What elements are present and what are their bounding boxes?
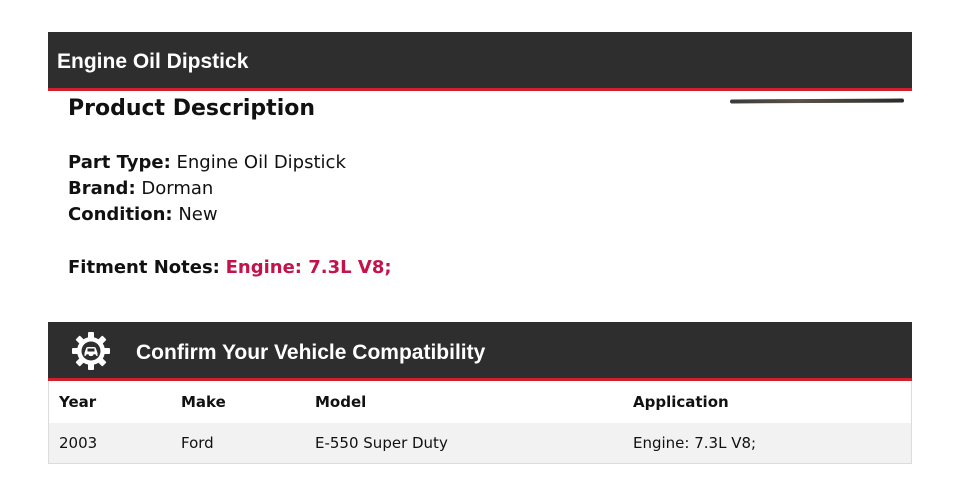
compatibility-bar: Confirm Your Vehicle Compatibility (48, 322, 912, 381)
cell-model: E-550 Super Duty (315, 434, 448, 452)
fitment-notes-value: Engine: 7.3L V8; (225, 257, 392, 278)
column-header-model: Model (315, 393, 367, 411)
column-header-make: Make (181, 393, 226, 411)
gear-car-icon (72, 332, 110, 370)
compatibility-table: Year Make Model Application 2003 Ford E-… (48, 381, 912, 464)
column-header-year: Year (59, 393, 97, 411)
brand-line: Brand: Dorman (68, 178, 213, 199)
cell-year: 2003 (59, 434, 98, 452)
fitment-notes-label: Fitment Notes: (68, 257, 220, 278)
fitment-notes-line: Fitment Notes: Engine: 7.3L V8; (68, 257, 392, 278)
product-description-section: Product Description (68, 96, 315, 121)
part-type-value: Engine Oil Dipstick (176, 152, 346, 173)
brand-label: Brand: (68, 178, 136, 199)
dipstick-product-image (729, 98, 905, 104)
table-row: 2003 Ford E-550 Super Duty Engine: 7.3L … (49, 423, 911, 463)
part-type-label: Part Type: (68, 152, 171, 173)
condition-value: New (178, 204, 218, 225)
product-title: Engine Oil Dipstick (57, 50, 249, 73)
product-description-heading: Product Description (68, 96, 316, 121)
product-title-bar: Engine Oil Dipstick (48, 32, 912, 91)
cell-make: Ford (181, 434, 214, 452)
condition-line: Condition: New (68, 204, 218, 225)
table-header-row: Year Make Model Application (49, 381, 911, 423)
column-header-application: Application (633, 393, 729, 411)
compatibility-title: Confirm Your Vehicle Compatibility (136, 341, 486, 364)
brand-value: Dorman (141, 178, 214, 199)
part-type-line: Part Type: Engine Oil Dipstick (68, 152, 346, 173)
cell-application: Engine: 7.3L V8; (633, 434, 757, 452)
condition-label: Condition: (68, 204, 173, 225)
